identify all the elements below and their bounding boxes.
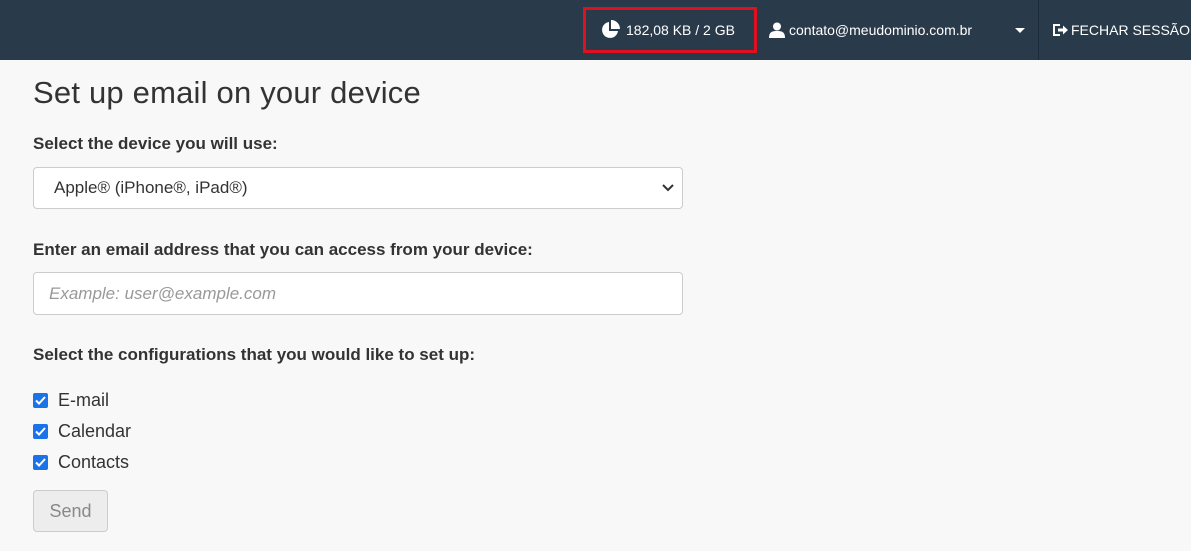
device-label: Select the device you will use: [33, 134, 278, 153]
logout-label: FECHAR SESSÃO [1071, 22, 1191, 38]
send-button[interactable]: Send [33, 490, 108, 532]
checkbox-email[interactable] [33, 393, 48, 408]
pie-chart-icon [602, 20, 620, 38]
config-option-label: Calendar [58, 421, 132, 441]
disk-quota-indicator[interactable]: 182,08 KB / 2 GB [583, 7, 757, 53]
sign-out-icon [1053, 24, 1068, 36]
checkbox-contacts[interactable] [33, 455, 48, 470]
page-title: Set up email on your device [33, 75, 421, 110]
top-bar: 182,08 KB / 2 GB contato@meudominio.com.… [0, 0, 1191, 60]
check-icon [35, 458, 46, 467]
config-option-email[interactable]: E-mail [33, 390, 109, 411]
checkbox-calendar[interactable] [33, 424, 48, 439]
user-email: contato@meudominio.com.br [789, 22, 973, 38]
device-selected-value: Apple® (iPhone®, iPad®) [54, 178, 248, 197]
check-icon [35, 396, 46, 405]
config-option-calendar[interactable]: Calendar [33, 421, 131, 442]
disk-quota-text: 182,08 KB / 2 GB [626, 22, 735, 38]
user-menu[interactable]: contato@meudominio.com.br [769, 0, 972, 60]
logout-button[interactable]: FECHAR SESSÃO [1052, 0, 1190, 60]
user-icon [769, 22, 785, 38]
check-icon [35, 427, 46, 436]
topbar-divider [1038, 0, 1039, 60]
email-input[interactable] [33, 272, 683, 315]
email-label: Enter an email address that you can acce… [33, 240, 533, 259]
config-option-contacts[interactable]: Contacts [33, 452, 129, 473]
config-option-label: E-mail [58, 390, 110, 410]
user-dropdown-toggle[interactable] [1012, 0, 1028, 60]
config-option-label: Contacts [58, 452, 130, 472]
caret-down-icon [1015, 27, 1025, 33]
chevron-down-icon [662, 184, 674, 192]
config-label: Select the configurations that you would… [33, 345, 476, 364]
device-select[interactable]: Apple® (iPhone®, iPad®) [33, 167, 683, 209]
